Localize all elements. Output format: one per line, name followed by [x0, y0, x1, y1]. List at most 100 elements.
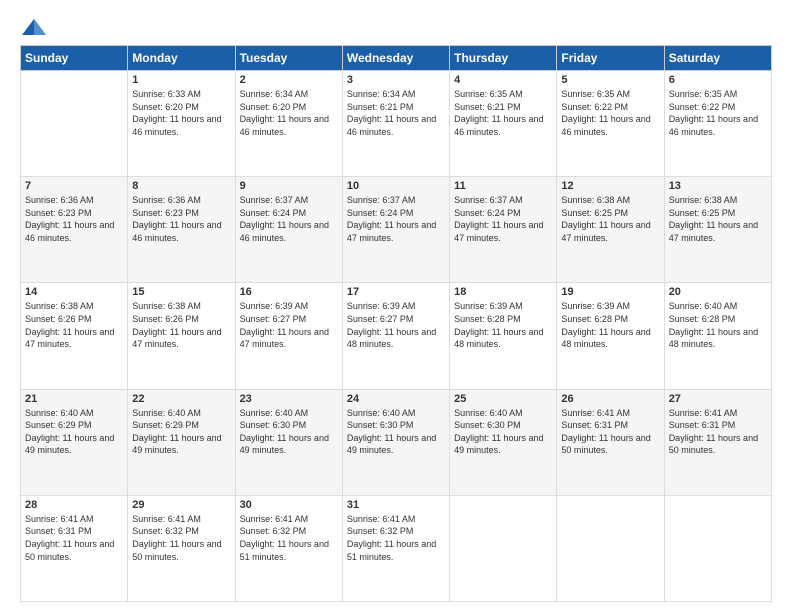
- day-info: Sunrise: 6:39 AM Sunset: 6:27 PM Dayligh…: [240, 300, 338, 350]
- day-info: Sunrise: 6:39 AM Sunset: 6:28 PM Dayligh…: [561, 300, 659, 350]
- calendar-cell: 6 Sunrise: 6:35 AM Sunset: 6:22 PM Daylig…: [664, 71, 771, 177]
- day-number: 31: [347, 499, 445, 511]
- day-info: Sunrise: 6:36 AM Sunset: 6:23 PM Dayligh…: [132, 194, 230, 244]
- day-number: 1: [132, 74, 230, 86]
- calendar-cell: 18 Sunrise: 6:39 AM Sunset: 6:28 PM Dayli…: [450, 283, 557, 389]
- calendar-cell: 4 Sunrise: 6:35 AM Sunset: 6:21 PM Daylig…: [450, 71, 557, 177]
- logo: [20, 16, 52, 37]
- calendar-cell: 26 Sunrise: 6:41 AM Sunset: 6:31 PM Dayli…: [557, 389, 664, 495]
- day-info: Sunrise: 6:40 AM Sunset: 6:29 PM Dayligh…: [132, 407, 230, 457]
- day-info: Sunrise: 6:41 AM Sunset: 6:32 PM Dayligh…: [132, 513, 230, 563]
- day-info: Sunrise: 6:40 AM Sunset: 6:28 PM Dayligh…: [669, 300, 767, 350]
- calendar-cell: 21 Sunrise: 6:40 AM Sunset: 6:29 PM Dayli…: [21, 389, 128, 495]
- calendar-cell: 7 Sunrise: 6:36 AM Sunset: 6:23 PM Daylig…: [21, 177, 128, 283]
- day-info: Sunrise: 6:41 AM Sunset: 6:32 PM Dayligh…: [240, 513, 338, 563]
- calendar-cell: 28Sunrise: 6:41 AM Sunset: 6:31 PM Dayli…: [21, 495, 128, 601]
- page: SundayMondayTuesdayWednesdayThursdayFrid…: [0, 0, 792, 612]
- weekday-monday: Monday: [128, 46, 235, 71]
- calendar-cell: 24 Sunrise: 6:40 AM Sunset: 6:30 PM Dayli…: [342, 389, 449, 495]
- day-number: 26: [561, 393, 659, 405]
- day-info: Sunrise: 6:35 AM Sunset: 6:22 PM Dayligh…: [669, 88, 767, 138]
- day-number: 24: [347, 393, 445, 405]
- calendar-cell: 13Sunrise: 6:38 AM Sunset: 6:25 PM Dayli…: [664, 177, 771, 283]
- calendar-cell: 14 Sunrise: 6:38 AM Sunset: 6:26 PM Dayli…: [21, 283, 128, 389]
- day-number: 30: [240, 499, 338, 511]
- day-number: 19: [561, 286, 659, 298]
- week-row-3: 14 Sunrise: 6:38 AM Sunset: 6:26 PM Dayli…: [21, 283, 772, 389]
- calendar-cell: 27Sunrise: 6:41 AM Sunset: 6:31 PM Dayli…: [664, 389, 771, 495]
- day-info: Sunrise: 6:34 AM Sunset: 6:20 PM Dayligh…: [240, 88, 338, 138]
- day-info: Sunrise: 6:38 AM Sunset: 6:26 PM Dayligh…: [25, 300, 123, 350]
- day-info: Sunrise: 6:39 AM Sunset: 6:27 PM Dayligh…: [347, 300, 445, 350]
- calendar-cell: 25 Sunrise: 6:40 AM Sunset: 6:30 PM Dayli…: [450, 389, 557, 495]
- day-number: 10: [347, 180, 445, 192]
- day-number: 15: [132, 286, 230, 298]
- day-number: 3: [347, 74, 445, 86]
- calendar-cell: [664, 495, 771, 601]
- day-number: 6: [669, 74, 767, 86]
- calendar-cell: 15 Sunrise: 6:38 AM Sunset: 6:26 PM Dayli…: [128, 283, 235, 389]
- calendar-cell: 30 Sunrise: 6:41 AM Sunset: 6:32 PM Dayli…: [235, 495, 342, 601]
- day-number: 17: [347, 286, 445, 298]
- day-number: 28: [25, 499, 123, 511]
- day-info: Sunrise: 6:41 AM Sunset: 6:31 PM Dayligh…: [561, 407, 659, 457]
- calendar-cell: 1 Sunrise: 6:33 AM Sunset: 6:20 PM Daylig…: [128, 71, 235, 177]
- day-number: 5: [561, 74, 659, 86]
- calendar-cell: 20 Sunrise: 6:40 AM Sunset: 6:28 PM Dayli…: [664, 283, 771, 389]
- calendar-cell: 9Sunrise: 6:37 AM Sunset: 6:24 PM Daylig…: [235, 177, 342, 283]
- calendar-cell: 11Sunrise: 6:37 AM Sunset: 6:24 PM Dayli…: [450, 177, 557, 283]
- day-info: Sunrise: 6:37 AM Sunset: 6:24 PM Dayligh…: [347, 194, 445, 244]
- day-info: Sunrise: 6:41 AM Sunset: 6:32 PM Dayligh…: [347, 513, 445, 563]
- weekday-header-row: SundayMondayTuesdayWednesdayThursdayFrid…: [21, 46, 772, 71]
- day-number: 14: [25, 286, 123, 298]
- day-info: Sunrise: 6:40 AM Sunset: 6:30 PM Dayligh…: [240, 407, 338, 457]
- calendar-table: SundayMondayTuesdayWednesdayThursdayFrid…: [20, 45, 772, 602]
- day-number: 21: [25, 393, 123, 405]
- calendar-cell: 16 Sunrise: 6:39 AM Sunset: 6:27 PM Dayli…: [235, 283, 342, 389]
- day-number: 25: [454, 393, 552, 405]
- calendar-cell: 22 Sunrise: 6:40 AM Sunset: 6:29 PM Dayli…: [128, 389, 235, 495]
- weekday-thursday: Thursday: [450, 46, 557, 71]
- day-info: Sunrise: 6:37 AM Sunset: 6:24 PM Dayligh…: [454, 194, 552, 244]
- calendar-cell: [450, 495, 557, 601]
- day-info: Sunrise: 6:40 AM Sunset: 6:29 PM Dayligh…: [25, 407, 123, 457]
- day-number: 20: [669, 286, 767, 298]
- day-number: 2: [240, 74, 338, 86]
- calendar-cell: 3Sunrise: 6:34 AM Sunset: 6:21 PM Daylig…: [342, 71, 449, 177]
- week-row-4: 21 Sunrise: 6:40 AM Sunset: 6:29 PM Dayli…: [21, 389, 772, 495]
- week-row-2: 7 Sunrise: 6:36 AM Sunset: 6:23 PM Daylig…: [21, 177, 772, 283]
- day-info: Sunrise: 6:35 AM Sunset: 6:21 PM Dayligh…: [454, 88, 552, 138]
- day-number: 4: [454, 74, 552, 86]
- day-info: Sunrise: 6:40 AM Sunset: 6:30 PM Dayligh…: [454, 407, 552, 457]
- calendar-cell: 8 Sunrise: 6:36 AM Sunset: 6:23 PM Daylig…: [128, 177, 235, 283]
- day-number: 7: [25, 180, 123, 192]
- day-info: Sunrise: 6:39 AM Sunset: 6:28 PM Dayligh…: [454, 300, 552, 350]
- day-number: 22: [132, 393, 230, 405]
- day-number: 18: [454, 286, 552, 298]
- weekday-friday: Friday: [557, 46, 664, 71]
- day-info: Sunrise: 6:40 AM Sunset: 6:30 PM Dayligh…: [347, 407, 445, 457]
- day-info: Sunrise: 6:38 AM Sunset: 6:25 PM Dayligh…: [561, 194, 659, 244]
- calendar-cell: 12 Sunrise: 6:38 AM Sunset: 6:25 PM Dayli…: [557, 177, 664, 283]
- day-number: 12: [561, 180, 659, 192]
- day-number: 9: [240, 180, 338, 192]
- logo-icon: [20, 17, 48, 37]
- weekday-saturday: Saturday: [664, 46, 771, 71]
- day-info: Sunrise: 6:36 AM Sunset: 6:23 PM Dayligh…: [25, 194, 123, 244]
- calendar-cell: 31 Sunrise: 6:41 AM Sunset: 6:32 PM Dayli…: [342, 495, 449, 601]
- day-info: Sunrise: 6:35 AM Sunset: 6:22 PM Dayligh…: [561, 88, 659, 138]
- day-info: Sunrise: 6:38 AM Sunset: 6:26 PM Dayligh…: [132, 300, 230, 350]
- calendar-cell: 2 Sunrise: 6:34 AM Sunset: 6:20 PM Daylig…: [235, 71, 342, 177]
- calendar-cell: 10 Sunrise: 6:37 AM Sunset: 6:24 PM Dayli…: [342, 177, 449, 283]
- day-info: Sunrise: 6:41 AM Sunset: 6:31 PM Dayligh…: [669, 407, 767, 457]
- calendar-cell: 5 Sunrise: 6:35 AM Sunset: 6:22 PM Daylig…: [557, 71, 664, 177]
- calendar-cell: 29Sunrise: 6:41 AM Sunset: 6:32 PM Dayli…: [128, 495, 235, 601]
- calendar-cell: 23Sunrise: 6:40 AM Sunset: 6:30 PM Dayli…: [235, 389, 342, 495]
- weekday-wednesday: Wednesday: [342, 46, 449, 71]
- day-info: Sunrise: 6:38 AM Sunset: 6:25 PM Dayligh…: [669, 194, 767, 244]
- day-number: 8: [132, 180, 230, 192]
- week-row-1: 1 Sunrise: 6:33 AM Sunset: 6:20 PM Daylig…: [21, 71, 772, 177]
- week-row-5: 28Sunrise: 6:41 AM Sunset: 6:31 PM Dayli…: [21, 495, 772, 601]
- day-number: 16: [240, 286, 338, 298]
- day-info: Sunrise: 6:33 AM Sunset: 6:20 PM Dayligh…: [132, 88, 230, 138]
